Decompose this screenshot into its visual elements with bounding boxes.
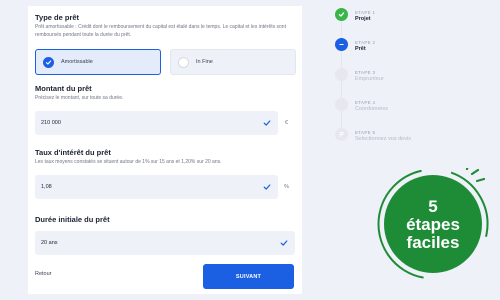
step-label: Projet	[355, 16, 371, 22]
check-icon	[43, 56, 54, 68]
option-in-fine[interactable]: In Fine	[170, 49, 296, 75]
step-emprunteur[interactable]: ETAPE 3 Emprunteur	[335, 68, 455, 92]
pending-step-icon	[335, 68, 348, 81]
step-projet[interactable]: ETAPE 1 Projet	[335, 8, 455, 32]
step-number: ETAPE 5	[355, 130, 376, 135]
check-icon	[280, 240, 288, 246]
radio-icon	[178, 56, 189, 68]
current-step-icon	[335, 38, 348, 51]
step-label: Coordonnées	[355, 106, 389, 112]
check-icon	[335, 8, 348, 21]
pending-step-icon	[335, 98, 348, 111]
option-label: In Fine	[196, 59, 213, 65]
step-pret[interactable]: ETAPE 2 Prêt	[335, 38, 455, 62]
step-label: Selectionnez vos devis	[355, 136, 411, 142]
step-number: ETAPE 4	[355, 100, 376, 105]
amount-title: Montant du prêt	[35, 84, 92, 93]
easy-steps-badge: 5 étapes faciles	[377, 163, 489, 280]
progress-stepper: ETAPE 1 Projet ETAPE 2 Prêt ETAPE 3 Empr…	[335, 8, 455, 158]
amount-value: 210 000	[41, 120, 61, 126]
rate-field[interactable]: 1,08	[35, 175, 278, 199]
loan-type-title: Type de prêt	[35, 13, 80, 22]
step-label: Prêt	[355, 46, 366, 52]
rate-value: 1,08	[41, 184, 52, 190]
duration-select[interactable]: 20 ans	[35, 231, 295, 255]
amount-unit: €	[285, 120, 289, 126]
step-number: ETAPE 1	[355, 10, 376, 15]
badge-line: 5	[428, 197, 438, 216]
badge-line: étapes	[406, 215, 460, 234]
step-devis[interactable]: ETAPE 5 Selectionnez vos devis	[335, 128, 455, 152]
rate-title: Taux d'intérêt du prêt	[35, 148, 111, 157]
check-icon	[263, 120, 271, 126]
check-icon	[263, 184, 271, 190]
next-button[interactable]: SUIVANT	[203, 264, 294, 289]
rate-description: Les taux moyens constatés se situent aut…	[35, 159, 222, 165]
back-link[interactable]: Retour	[35, 271, 52, 277]
option-amortissable[interactable]: Amortissable	[35, 49, 161, 75]
duration-value: 20 ans	[41, 240, 58, 246]
step-number: ETAPE 3	[355, 70, 376, 75]
loan-type-description: Prêt amortissable : Crédit dont le rembo…	[35, 24, 286, 38]
amount-field[interactable]: 210 000	[35, 111, 278, 135]
badge-line: faciles	[406, 233, 460, 252]
loan-form-card: Type de prêt Prêt amortissable : Crédit …	[28, 6, 302, 294]
badge-text: 5 étapes faciles	[377, 198, 489, 252]
step-number: ETAPE 2	[355, 40, 376, 45]
step-label: Emprunteur	[355, 76, 384, 82]
option-label: Amortissable	[61, 59, 93, 65]
flag-icon	[335, 128, 348, 141]
duration-title: Durée initiale du prêt	[35, 215, 110, 224]
amount-description: Précisez le montant, sur toute sa durée.	[35, 95, 124, 101]
step-coordonnees[interactable]: ETAPE 4 Coordonnées	[335, 98, 455, 122]
rate-unit: %	[284, 184, 289, 190]
